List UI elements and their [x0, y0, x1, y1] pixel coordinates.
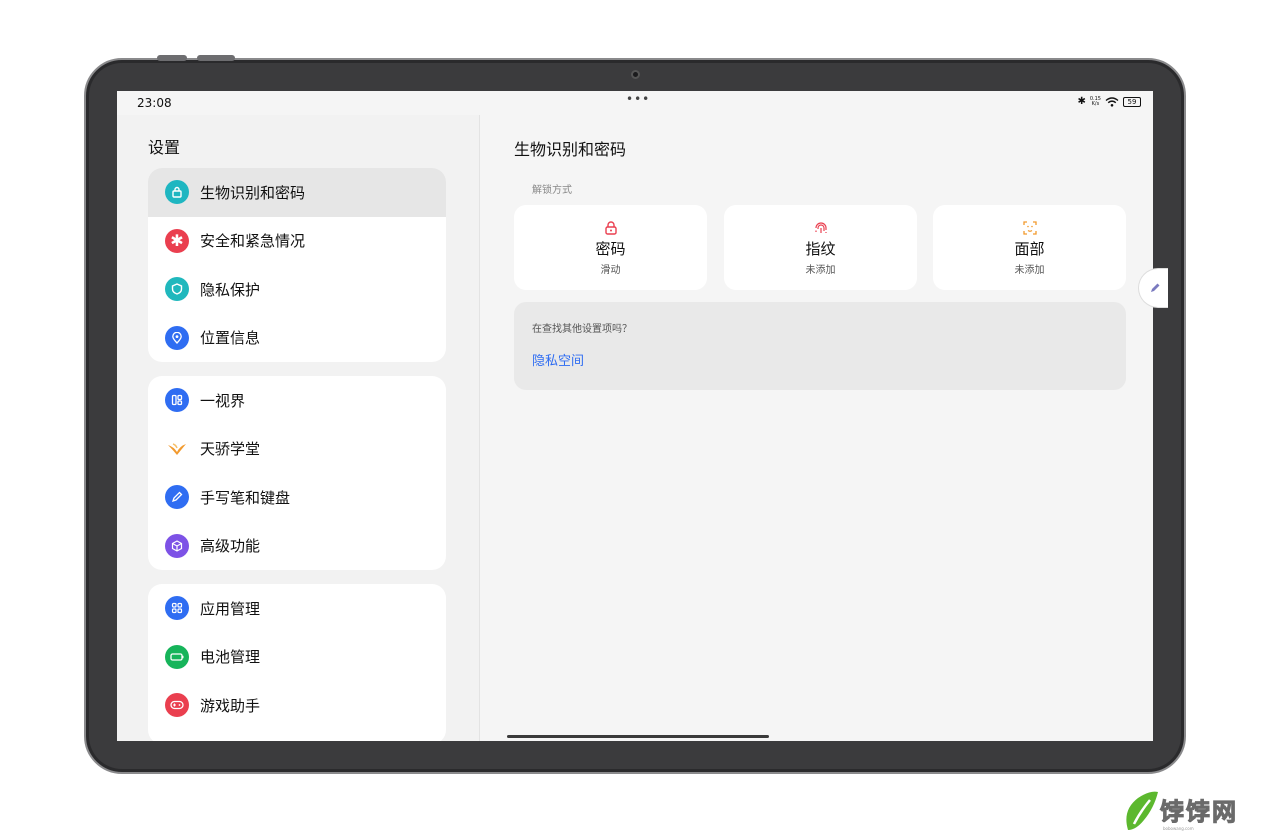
- lock-icon: [604, 221, 617, 235]
- asterisk-icon: ✱: [165, 228, 189, 253]
- detail-pane: 生物识别和密码 解锁方式 密码 滑动 指纹 未添加 面部 未添加 在查找其他设置…: [481, 115, 1153, 741]
- front-camera: [631, 70, 640, 79]
- watermark-subtext: bobowang.com: [1163, 826, 1194, 831]
- lock-icon: [165, 180, 189, 205]
- home-indicator[interactable]: [507, 735, 769, 738]
- sidebar-item-label: 隐私保护: [200, 280, 261, 299]
- unlock-card-password[interactable]: 密码 滑动: [514, 205, 707, 290]
- card-title: 指纹: [805, 240, 836, 258]
- related-settings-box: 在查找其他设置项吗？ 隐私空间: [514, 302, 1126, 390]
- sidebar-item-apps[interactable]: 应用管理: [148, 584, 446, 633]
- volume-button: [157, 55, 187, 61]
- leaf-logo-icon: [1126, 791, 1158, 830]
- status-bar: 23:08 ••• ✱ 0.15 K/s 59: [117, 91, 1153, 115]
- sidebar-item-label: 手写笔和键盘: [200, 488, 291, 507]
- status-icons: ✱ 0.15 K/s 59: [1077, 96, 1141, 107]
- status-time: 23:08: [137, 96, 172, 110]
- sidebar-item-safety[interactable]: ✱ 安全和紧急情况: [148, 217, 446, 266]
- sidebar-item-battery[interactable]: 电池管理: [148, 633, 446, 682]
- sidebar-item-split-view[interactable]: 一视界: [148, 376, 446, 425]
- battery-indicator: 59: [1123, 96, 1141, 107]
- apps-grid-icon: [165, 596, 189, 621]
- card-title: 密码: [595, 240, 626, 258]
- sidebar-item-academy[interactable]: 天骄学堂: [148, 425, 446, 474]
- card-subtitle: 未添加: [805, 265, 836, 276]
- wifi-icon: [1105, 96, 1119, 107]
- section-label: 解锁方式: [532, 185, 572, 196]
- location-pin-icon: [165, 325, 189, 350]
- cube-icon: [165, 533, 189, 558]
- related-settings-question: 在查找其他设置项吗？: [532, 324, 632, 335]
- fingerprint-icon: [814, 222, 827, 233]
- split-view-icon: [165, 388, 189, 413]
- sidebar-item-privacy[interactable]: 隐私保护: [148, 265, 446, 314]
- sidebar-title: 设置: [148, 138, 181, 157]
- bluetooth-icon: ✱: [1077, 96, 1086, 107]
- card-subtitle: 未添加: [1014, 265, 1045, 276]
- settings-group-1: 生物识别和密码 ✱ 安全和紧急情况 隐私保护 位置信息: [148, 168, 446, 362]
- sidebar-item-label: 位置信息: [200, 329, 261, 348]
- sidebar-item-label: 一视界: [200, 391, 246, 410]
- watermark-text: 饽饽网: [1160, 798, 1238, 827]
- screen: 23:08 ••• ✱ 0.15 K/s 59 设置 生物识别和密码 ✱ 安全和…: [117, 91, 1153, 741]
- sidebar-item-location[interactable]: 位置信息: [148, 314, 446, 363]
- multiwindow-dots[interactable]: •••: [626, 92, 650, 106]
- sidebar-item-label: 生物识别和密码: [200, 183, 306, 202]
- page-title: 生物识别和密码: [514, 140, 627, 159]
- net-speed: 0.15 K/s: [1089, 95, 1101, 107]
- sidebar-item-biometrics[interactable]: 生物识别和密码: [148, 168, 446, 217]
- card-subtitle: 滑动: [600, 265, 621, 276]
- sidebar-item-advanced[interactable]: 高级功能: [148, 522, 446, 571]
- sidebar-item-label: 高级功能: [200, 537, 261, 556]
- gamepad-icon: [165, 693, 189, 718]
- settings-sidebar: 设置 生物识别和密码 ✱ 安全和紧急情况 隐私保护 位置信息 一视界 天骄学堂 …: [117, 115, 480, 741]
- card-title: 面部: [1014, 240, 1045, 258]
- unlock-card-fingerprint[interactable]: 指纹 未添加: [724, 205, 917, 290]
- power-button: [197, 55, 235, 61]
- sidebar-item-stylus-keyboard[interactable]: 手写笔和键盘: [148, 473, 446, 522]
- sidebar-item-label: 应用管理: [200, 599, 261, 618]
- battery-icon: [165, 644, 189, 669]
- unlock-card-face[interactable]: 面部 未添加: [933, 205, 1126, 290]
- sidebar-item-label: 电池管理: [200, 648, 261, 667]
- pen-icon: [165, 485, 189, 510]
- settings-group-2: 一视界 天骄学堂 手写笔和键盘 高级功能: [148, 376, 446, 570]
- watermark: 饽饽网 bobowang.com: [1120, 790, 1260, 834]
- settings-group-3: 应用管理 电池管理 游戏助手: [148, 584, 446, 741]
- sidebar-item-label: 安全和紧急情况: [200, 232, 306, 251]
- private-space-link[interactable]: 隐私空间: [532, 350, 584, 369]
- face-scan-icon: [1022, 221, 1037, 235]
- sidebar-item-label: 游戏助手: [200, 696, 261, 715]
- bird-icon: [165, 437, 189, 461]
- pen-icon: [1151, 283, 1160, 292]
- sidebar-item-game-assistant[interactable]: 游戏助手: [148, 681, 446, 730]
- shield-icon: [165, 277, 189, 302]
- sidebar-item-label: 天骄学堂: [200, 440, 261, 459]
